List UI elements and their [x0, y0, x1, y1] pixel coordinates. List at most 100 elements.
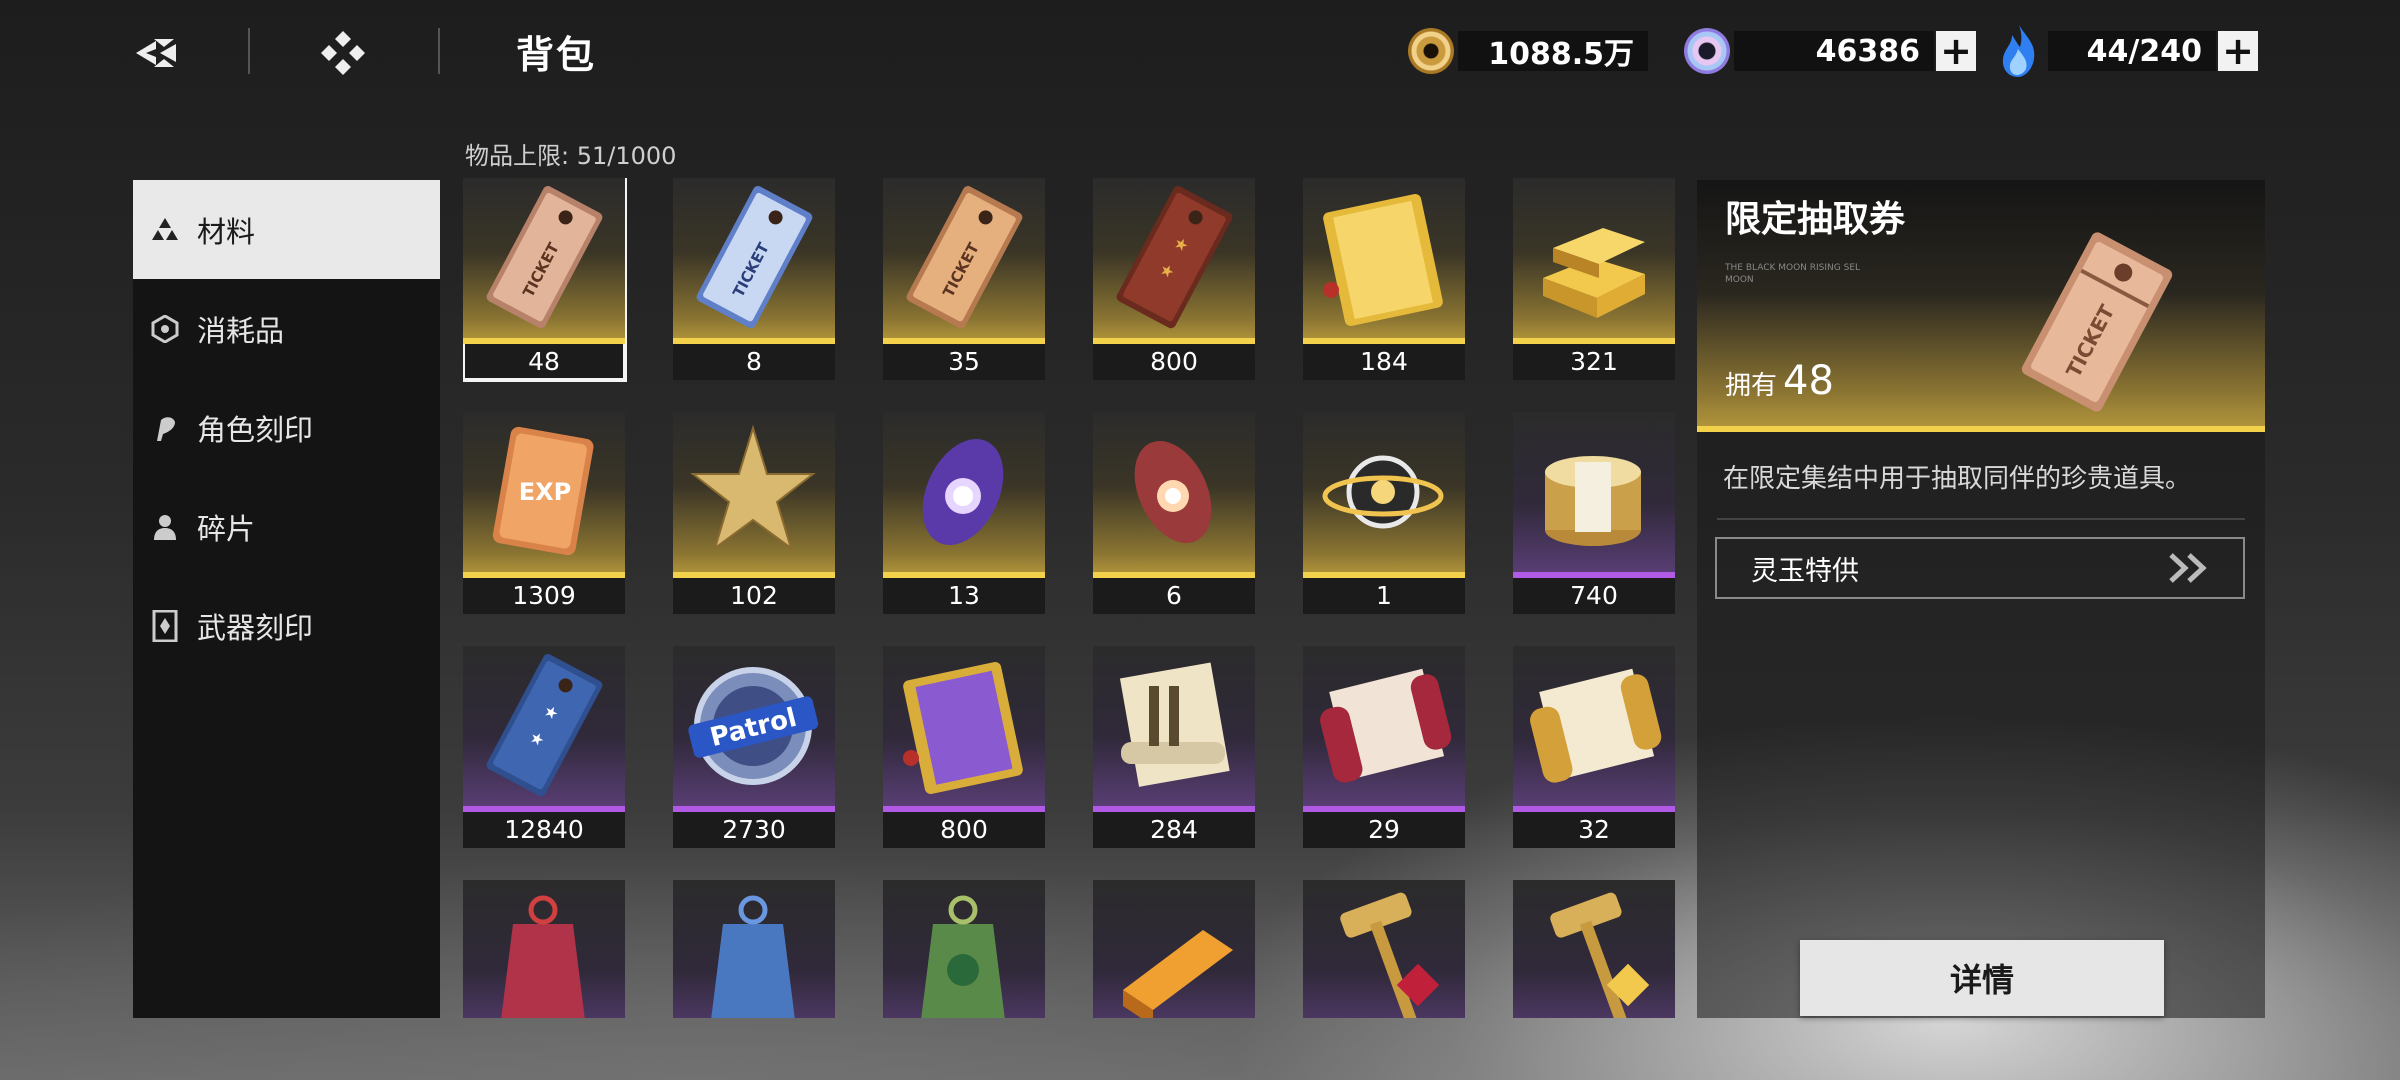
- top-bar: 背包 1088.5万 46386 + 44/240 +: [0, 0, 2400, 105]
- item-count: 102: [730, 581, 778, 610]
- gold-star-icon: [673, 412, 835, 578]
- sidebar-item-label: 碎片: [197, 511, 256, 546]
- red-crystal-icon: [1093, 412, 1255, 578]
- inventory-grid: TICKET 48 TICKET 8 TICKET 35 ★ ★ 800 184 321 EXP 130…: [463, 178, 1685, 1018]
- currency-gold: 1088.5万: [1408, 28, 1648, 74]
- weapon-imprint-icon: [151, 610, 179, 642]
- sidebar-item-label: 武器刻印: [197, 610, 314, 645]
- item-count: 184: [1360, 347, 1408, 376]
- spirit-jade-icon: [1684, 28, 1730, 74]
- item-count: 284: [1150, 815, 1198, 844]
- fragments-icon: [151, 513, 179, 541]
- sidebar-item-materials[interactable]: 材料: [133, 180, 440, 279]
- stamina-amount: 44/240: [2048, 31, 2216, 71]
- details-button[interactable]: 详情: [1800, 940, 2164, 1016]
- add-stamina-button[interactable]: +: [2218, 31, 2258, 71]
- scroll-gold-icon: [1513, 646, 1675, 812]
- spirit-jade-shop-button[interactable]: 灵玉特供: [1715, 537, 2245, 599]
- ticket-bronze-icon: TICKET: [463, 178, 625, 344]
- inventory-item-hammer-gold[interactable]: [1513, 880, 1675, 1018]
- add-jade-button[interactable]: +: [1936, 31, 1976, 71]
- ticket-copper-icon: TICKET: [883, 178, 1045, 344]
- ticket-blue-icon: TICKET: [673, 178, 835, 344]
- item-count: 6: [1166, 581, 1182, 610]
- home-icon[interactable]: [318, 28, 368, 78]
- inventory-item-orbit-orb[interactable]: 1: [1303, 412, 1465, 614]
- inventory-item-scroll-stack[interactable]: 284: [1093, 646, 1255, 848]
- item-count: 48: [528, 347, 560, 376]
- inventory-item-scroll-red[interactable]: 29: [1303, 646, 1465, 848]
- charm-green-icon: [883, 880, 1045, 1018]
- inventory-item-gold-bars[interactable]: 321: [1513, 178, 1675, 380]
- charm-red-icon: [463, 880, 625, 1018]
- inventory-item-scroll-gold[interactable]: 32: [1513, 646, 1675, 848]
- inventory-item-ingot-orange[interactable]: [1093, 880, 1255, 1018]
- blue-flame-icon: [2002, 25, 2035, 77]
- nav-divider: [248, 28, 250, 74]
- item-count: 321: [1570, 347, 1618, 376]
- inventory-item-charm-green[interactable]: [883, 880, 1045, 1018]
- hammer-red-icon: [1303, 880, 1465, 1018]
- inventory-item-coin-stack[interactable]: 740: [1513, 412, 1675, 614]
- book-gold-icon: [1303, 178, 1465, 344]
- item-count: 740: [1570, 581, 1618, 610]
- double-chevron-right-icon: [2169, 553, 2207, 583]
- item-count: 1: [1376, 581, 1392, 610]
- inventory-item-ticket-stars-blue[interactable]: ★ ★ 12840: [463, 646, 625, 848]
- item-count: 32: [1578, 815, 1610, 844]
- character-imprint-icon: [151, 414, 179, 442]
- item-detail-header: 限定抽取券 THE BLACK MOON RISING SEL MOON TIC…: [1697, 180, 2265, 432]
- sidebar-item-consumables[interactable]: 消耗品: [133, 279, 440, 378]
- scroll-stack-icon: [1093, 646, 1255, 812]
- inventory-item-book-gold[interactable]: 184: [1303, 178, 1465, 380]
- inventory-item-book-purple[interactable]: 800: [883, 646, 1045, 848]
- inventory-item-gold-star[interactable]: 102: [673, 412, 835, 614]
- hammer-gold-icon: [1513, 880, 1675, 1018]
- ticket-stars-blue-icon: ★ ★: [463, 646, 625, 812]
- category-sidebar: 材料 消耗品 角色刻印 碎片 武器刻印: [133, 180, 440, 1018]
- inventory-item-patrol-badge[interactable]: Patrol 2730: [673, 646, 835, 848]
- item-count: 12840: [504, 815, 584, 844]
- inventory-item-charm-red[interactable]: [463, 880, 625, 1018]
- item-name: 限定抽取券: [1725, 198, 1906, 240]
- rarity-bar: [1697, 426, 2265, 432]
- inventory-item-exp-card[interactable]: EXP 1309: [463, 412, 625, 614]
- inventory-item-red-crystal[interactable]: 6: [1093, 412, 1255, 614]
- item-tagline: THE BLACK MOON RISING SEL MOON: [1725, 263, 1861, 285]
- inventory-item-ticket-bronze[interactable]: TICKET 48: [463, 178, 627, 382]
- jade-amount: 46386: [1734, 31, 1934, 71]
- item-count: 800: [1150, 347, 1198, 376]
- sidebar-item-character-imprint[interactable]: 角色刻印: [133, 378, 440, 477]
- scroll-red-icon: [1303, 646, 1465, 812]
- inventory-item-ticket-copper[interactable]: TICKET 35: [883, 178, 1045, 380]
- inventory-item-ticket-blue[interactable]: TICKET 8: [673, 178, 835, 380]
- divider: [1717, 518, 2245, 520]
- inventory-item-charm-blue[interactable]: [673, 880, 835, 1018]
- back-icon[interactable]: [132, 28, 182, 78]
- sidebar-item-fragments[interactable]: 碎片: [133, 477, 440, 576]
- item-count: 8: [746, 347, 762, 376]
- inventory-capacity: 物品上限: 51/1000: [465, 142, 677, 170]
- sidebar-item-label: 消耗品: [197, 313, 285, 348]
- shop-button-label: 灵玉特供: [1751, 555, 1859, 587]
- patrol-badge-icon: Patrol: [673, 646, 835, 812]
- consumables-icon: [151, 315, 179, 343]
- inventory-item-purple-crystal[interactable]: 13: [883, 412, 1045, 614]
- sidebar-item-label: 角色刻印: [197, 412, 314, 447]
- purple-crystal-icon: [883, 412, 1045, 578]
- inventory-item-hammer-red[interactable]: [1303, 880, 1465, 1018]
- currency-stamina: 44/240 +: [1996, 25, 2258, 77]
- inventory-item-ticket-stars-red[interactable]: ★ ★ 800: [1093, 178, 1255, 380]
- gold-coin-icon: [1408, 28, 1454, 74]
- ticket-icon: TICKET: [2021, 232, 2173, 412]
- book-purple-icon: [883, 646, 1045, 812]
- gold-bars-icon: [1513, 178, 1675, 344]
- sidebar-item-weapon-imprint[interactable]: 武器刻印: [133, 576, 440, 675]
- svg-text:EXP: EXP: [519, 478, 572, 506]
- page-title: 背包: [516, 32, 597, 77]
- item-description: 在限定集结中用于抽取同伴的珍贵道具。: [1723, 464, 2192, 494]
- nav-divider: [438, 28, 440, 74]
- materials-icon: [151, 216, 179, 244]
- item-detail-panel: 限定抽取券 THE BLACK MOON RISING SEL MOON TIC…: [1697, 180, 2265, 1018]
- owned-count-row: 拥有 48: [1725, 358, 1834, 404]
